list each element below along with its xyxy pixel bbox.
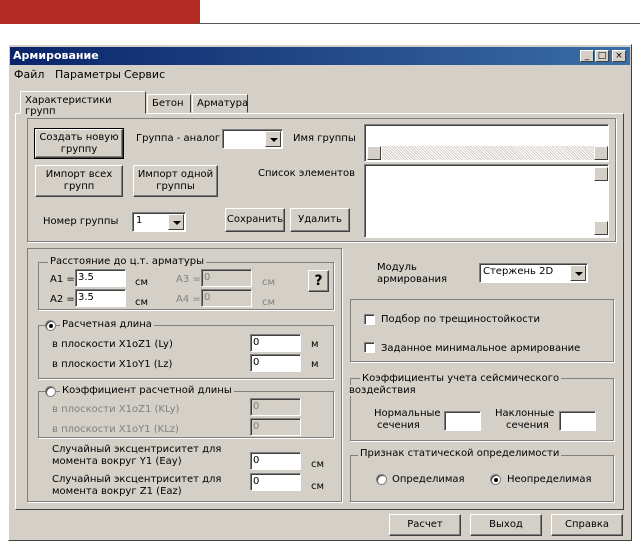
lz-label: в плоскости X1oY1 (Lz) — [52, 359, 173, 370]
module-label-1: Модуль — [377, 262, 417, 273]
coef-legend: Коэффициент расчетной длины — [60, 385, 234, 396]
inclined-field[interactable] — [559, 411, 596, 431]
import-all-button[interactable]: Импорт всех групп — [35, 165, 123, 197]
ly-label: в плоскости X1oZ1 (Ly) — [52, 339, 173, 350]
scroll-up-icon[interactable] — [594, 167, 608, 181]
crack-checkbox[interactable] — [364, 314, 375, 325]
eay-label-2: момента вокруг Y1 (Eay) — [52, 456, 182, 467]
normal-label-1: Нормальные — [374, 408, 441, 419]
normal-field[interactable] — [444, 411, 481, 431]
group-number-select[interactable]: 1 — [132, 212, 186, 232]
lz-unit: м — [311, 359, 319, 370]
eaz-label-1: Случайный эксцентриситет для — [52, 474, 222, 485]
tab-group-characteristics[interactable]: Характеристики групп — [20, 91, 146, 117]
window-title: Армирование — [13, 49, 99, 62]
tab-concrete[interactable]: Бетон — [147, 94, 191, 113]
chevron-down-icon — [168, 214, 184, 230]
menu-file[interactable]: Файл — [14, 68, 44, 81]
static-legend: Признак статической определимости — [358, 448, 562, 459]
calc-length-legend: Расчетная длина — [60, 319, 154, 330]
delete-button[interactable]: Удалить — [290, 208, 350, 232]
module-value: Стержень 2D — [483, 266, 554, 277]
determinate-label: Определимая — [392, 474, 465, 485]
calc-button[interactable]: Расчет — [389, 514, 461, 536]
group-name-label: Имя группы — [293, 133, 356, 144]
group-name-field[interactable] — [364, 124, 609, 162]
a2-field[interactable]: 3.5 — [75, 289, 126, 307]
top-banner — [0, 0, 200, 24]
scroll-down-icon[interactable] — [594, 221, 608, 235]
eaz-field[interactable]: 0 — [250, 473, 301, 491]
elements-list[interactable] — [364, 164, 609, 238]
ly-unit: м — [311, 339, 319, 350]
a3-field: 0 — [201, 269, 252, 287]
help-ref-button[interactable]: Справка — [551, 514, 623, 536]
normal-label-2: сечения — [377, 420, 420, 431]
a2-label: A2 = — [50, 294, 75, 305]
eay-field[interactable]: 0 — [250, 452, 301, 470]
coef-radio[interactable] — [45, 386, 56, 397]
group-number-value: 1 — [136, 215, 143, 226]
min-reinf-label: Заданное минимальное армирование — [381, 343, 581, 354]
group-number-label: Номер группы — [43, 216, 119, 227]
a3-label: A3 = — [176, 274, 201, 285]
close-button[interactable]: × — [612, 50, 626, 62]
crack-label: Подбор по трещиностойкости — [381, 314, 541, 325]
chevron-down-icon — [570, 265, 586, 281]
chevron-down-icon — [265, 131, 281, 147]
scroll-left-icon[interactable] — [367, 146, 381, 160]
a1-unit: см — [135, 277, 149, 288]
menu-service[interactable]: Сервис — [124, 68, 165, 81]
eaz-label-2: момента вокруг Z1 (Eaz) — [52, 486, 182, 497]
title-bar — [10, 47, 630, 65]
import-one-button[interactable]: Импорт одной группы — [133, 165, 218, 197]
menu-parameters[interactable]: Параметры — [55, 68, 121, 81]
lz-field[interactable]: 0 — [250, 354, 301, 372]
a4-label: A4 = — [176, 294, 201, 305]
scroll-right-icon[interactable] — [594, 146, 608, 160]
kly-field: 0 — [250, 398, 301, 416]
module-label-2: армирования — [377, 274, 448, 285]
help-button[interactable]: ? — [308, 270, 329, 292]
tab-reinforcement[interactable]: Арматура — [192, 94, 248, 113]
seismic-legend-2: воздействия — [347, 385, 418, 396]
module-select[interactable]: Стержень 2D — [479, 263, 588, 283]
inclined-label-2: сечения — [506, 420, 549, 431]
determinate-radio[interactable] — [376, 474, 387, 485]
scrollbar-track[interactable] — [382, 146, 594, 160]
min-reinf-checkbox[interactable] — [364, 342, 375, 353]
a2-unit: см — [135, 297, 149, 308]
a3-unit: см — [262, 277, 276, 288]
eay-label-1: Случайный эксцентриситет для — [52, 444, 222, 455]
inclined-label-1: Наклонные — [495, 408, 555, 419]
minimize-button[interactable]: _ — [580, 50, 594, 62]
indeterminate-label: Неопределимая — [507, 474, 592, 485]
seismic-legend-1: Коэффициенты учета сейсмического — [360, 373, 562, 384]
elements-label: Список элементов — [258, 168, 355, 179]
klz-field: 0 — [250, 418, 301, 436]
kly-label: в плоскости X1oZ1 (KLy) — [52, 404, 180, 415]
analog-label: Группа - аналог — [136, 133, 221, 144]
maximize-button[interactable]: □ — [595, 50, 609, 62]
a4-unit: см — [262, 297, 276, 308]
create-group-button[interactable]: Создать новую группу — [34, 128, 124, 159]
top-divider — [196, 23, 640, 24]
distance-legend: Расстояние до ц.т. арматуры — [48, 256, 206, 267]
eaz-unit: см — [311, 481, 325, 492]
save-button[interactable]: Сохранить — [225, 208, 285, 232]
calc-length-radio[interactable] — [45, 320, 56, 331]
exit-button[interactable]: Выход — [470, 514, 542, 536]
eay-unit: см — [311, 459, 325, 470]
klz-label: в плоскости X1oY1 (KLz) — [52, 424, 179, 435]
a1-field[interactable]: 3.5 — [75, 269, 126, 287]
analog-select[interactable] — [222, 129, 283, 149]
a4-field: 0 — [201, 289, 252, 307]
ly-field[interactable]: 0 — [250, 334, 301, 352]
indeterminate-radio[interactable] — [490, 474, 501, 485]
a1-label: A1 = — [50, 274, 75, 285]
